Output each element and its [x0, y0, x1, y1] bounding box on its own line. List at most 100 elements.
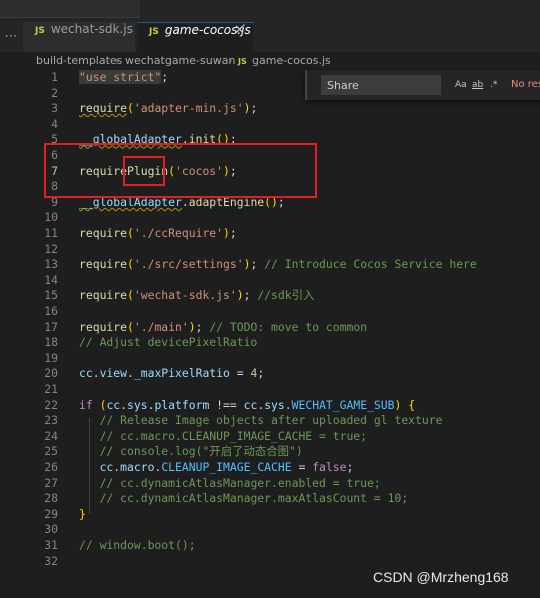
tab-overflow-icon[interactable]: ⋯	[0, 22, 22, 52]
code-line[interactable]: 13 require('./src/settings'); // Introduc…	[0, 256, 540, 272]
code-token: // Adjust devicePixelRatio	[79, 335, 258, 350]
code-token: (	[127, 319, 134, 334]
code-line[interactable]: 20 cc.view._maxPixelRatio = 4;	[0, 365, 540, 381]
tab-game-cocos[interactable]: JS game-cocos.js ✕	[137, 22, 254, 52]
code-token: // console.log("开启了动态合图")	[79, 444, 303, 459]
breadcrumb: build-templates › wechatgame-suwan › JS …	[0, 53, 540, 69]
code-line[interactable]: 27 // cc.dynamicAtlasManager.enabled = t…	[0, 475, 540, 491]
code-token: ;	[257, 366, 265, 381]
js-file-icon: JS	[35, 26, 45, 36]
breadcrumb-item[interactable]: wechatgame-suwan	[125, 53, 235, 69]
code-token: ;	[346, 460, 354, 474]
code-text: cc.view._maxPixelRatio = 4;	[79, 365, 264, 381]
code-token: // cc.dynamicAtlasManager.enabled = true…	[79, 475, 381, 490]
line-number: 12	[44, 241, 58, 256]
chevron-right-icon: ›	[228, 54, 233, 67]
close-icon[interactable]: ✕	[234, 23, 245, 38]
find-input[interactable]	[321, 75, 441, 95]
code-text: // console.log("开启了动态合图")	[79, 443, 303, 459]
find-widget: Aa ab .* No results	[305, 70, 540, 100]
code-line[interactable]: 32	[0, 553, 540, 569]
code-line[interactable]: 12	[0, 241, 540, 257]
code-token: require	[79, 257, 128, 272]
code-token: if	[79, 397, 93, 412]
code-token: (	[127, 226, 134, 240]
line-number: 30	[44, 522, 58, 537]
code-token: =	[229, 366, 251, 381]
code-line[interactable]: 26 cc.macro.CLEANUP_IMAGE_CACHE = false;	[0, 459, 540, 475]
code-token: // Release Image objects after uploaded …	[79, 413, 443, 428]
code-text: require('./src/settings'); // Introduce …	[79, 256, 477, 272]
indent-guide	[89, 418, 90, 514]
code-line[interactable]: 30	[0, 521, 540, 537]
js-file-icon: JS	[238, 57, 247, 66]
code-line[interactable]: 25 // console.log("开启了动态合图")	[0, 443, 540, 459]
line-number: 17	[44, 319, 58, 334]
code-token: cc	[106, 397, 121, 412]
code-text: require('adapter-min.js');	[79, 100, 257, 116]
line-number: 21	[44, 382, 58, 396]
line-number: 10	[44, 210, 58, 225]
line-number: 3	[51, 101, 58, 116]
code-line[interactable]: 23 // Release Image objects after upload…	[0, 412, 540, 428]
code-token: require	[79, 101, 128, 116]
code-text: // cc.macro.CLEANUP_IMAGE_CACHE = true;	[79, 428, 367, 444]
code-token: require	[79, 288, 128, 303]
highlight-box-outer	[44, 143, 317, 198]
code-token: .	[284, 397, 292, 412]
line-number: 11	[44, 226, 58, 240]
code-token: sys	[264, 397, 285, 412]
code-token: )	[188, 319, 196, 334]
line-number: 1	[51, 70, 58, 84]
code-token: sys	[127, 397, 148, 412]
code-line[interactable]: 17 require('./main'); // TODO: move to co…	[0, 319, 540, 335]
tab-wechat-sdk[interactable]: JS wechat-sdk.js	[23, 22, 136, 52]
line-number: 22	[44, 397, 58, 412]
code-line[interactable]: 15 require('wechat-sdk.js'); //sdk引入	[0, 287, 540, 303]
code-line[interactable]: 3 require('adapter-min.js');	[0, 100, 540, 116]
code-line[interactable]: 18 // Adjust devicePixelRatio	[0, 334, 540, 350]
code-line[interactable]: 24 // cc.macro.CLEANUP_IMAGE_CACHE = tru…	[0, 428, 540, 444]
code-line[interactable]: 28 // cc.dynamicAtlasManager.maxAtlasCou…	[0, 490, 540, 506]
code-line[interactable]: 11 require('./ccRequire');	[0, 225, 540, 241]
code-token: cc	[243, 397, 258, 412]
code-token: cc	[79, 460, 114, 474]
code-line[interactable]: 22 if (cc.sys.platform !== cc.sys.WECHAT_…	[0, 397, 540, 413]
code-line[interactable]: 31 // window.boot();	[0, 537, 540, 553]
js-file-icon: JS	[149, 27, 159, 37]
code-token: .	[92, 366, 100, 381]
code-token: {	[408, 397, 416, 412]
title-strip-panel	[0, 0, 140, 18]
code-token: cc	[79, 366, 93, 381]
match-whole-word-icon[interactable]: ab	[472, 77, 483, 93]
code-text: require('./main'); // TODO: move to comm…	[79, 319, 367, 335]
code-text: // Release Image objects after uploaded …	[79, 412, 443, 428]
code-token: ;	[250, 257, 265, 272]
code-line[interactable]: 4	[0, 116, 540, 132]
breadcrumb-item[interactable]: game-cocos.js	[252, 53, 331, 69]
code-line[interactable]: 21	[0, 381, 540, 397]
match-case-icon[interactable]: Aa	[455, 77, 467, 93]
code-token: ;	[161, 70, 169, 84]
code-token: require	[79, 319, 128, 334]
find-status: No results	[511, 79, 540, 90]
code-line[interactable]: 16	[0, 303, 540, 319]
line-number: 25	[44, 444, 58, 459]
line-number: 2	[51, 85, 58, 100]
code-token: view	[99, 366, 128, 381]
code-line[interactable]: 14	[0, 272, 540, 288]
code-line[interactable]: 19	[0, 350, 540, 366]
code-token: platform	[154, 397, 210, 412]
code-token: }	[79, 506, 86, 521]
highlight-box-plugin	[123, 156, 165, 186]
code-token: './main'	[133, 319, 189, 334]
regex-icon[interactable]: .*	[490, 77, 497, 93]
line-number: 18	[44, 335, 58, 350]
line-number: 20	[44, 366, 58, 381]
line-number: 32	[44, 553, 58, 568]
code-token: )	[236, 288, 244, 303]
breadcrumb-item[interactable]: build-templates	[36, 53, 122, 69]
code-line[interactable]: 29}	[0, 506, 540, 522]
code-line[interactable]: 10	[0, 209, 540, 225]
code-text: require('wechat-sdk.js'); //sdk引入	[79, 287, 314, 303]
